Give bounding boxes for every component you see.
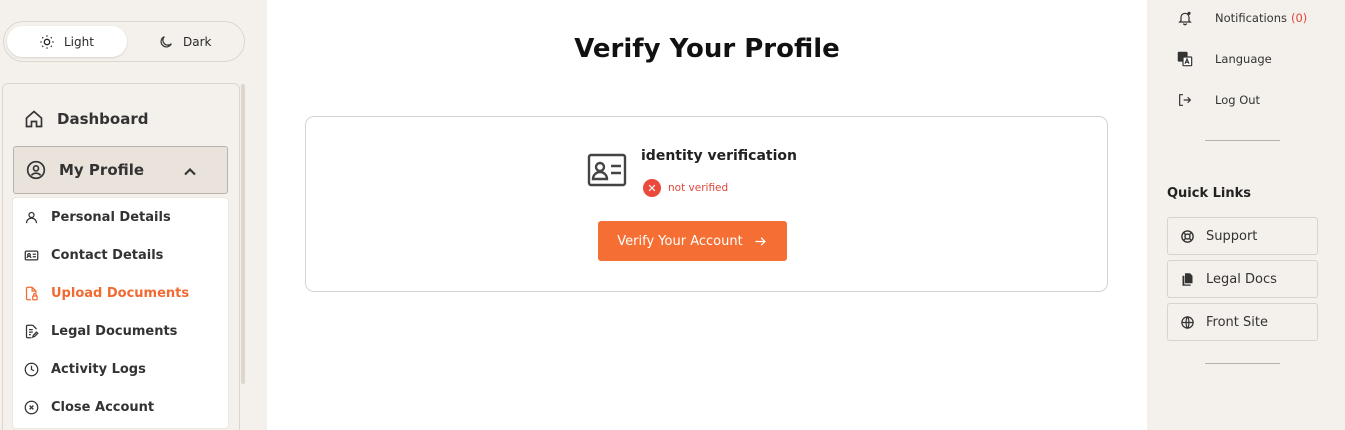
logout-link[interactable]: Log Out [1177, 92, 1260, 108]
notifications-label: Notifications [1215, 11, 1287, 25]
theme-toggle: Light Dark [3, 21, 245, 62]
language-label: Language [1215, 52, 1272, 66]
nav-dashboard[interactable]: Dashboard [24, 108, 148, 130]
nav-my-profile[interactable]: My Profile [13, 146, 228, 194]
quick-link-front-site-label: Front Site [1206, 314, 1268, 330]
quick-link-front-site[interactable]: Front Site [1167, 303, 1318, 341]
verify-account-label: Verify Your Account [617, 233, 743, 249]
nav-my-profile-label: My Profile [59, 161, 145, 179]
quick-links-title: Quick Links [1167, 186, 1252, 201]
nav-scrollbar[interactable] [241, 84, 245, 384]
logout-icon [1179, 94, 1192, 106]
verify-account-button[interactable]: Verify Your Account [598, 221, 787, 261]
nav-personal-details-label: Personal Details [51, 210, 171, 225]
nav-activity-logs-label: Activity Logs [51, 362, 146, 377]
nav-personal-details[interactable]: Personal Details [24, 210, 171, 225]
nav-legal-documents[interactable]: Legal Documents [24, 324, 177, 339]
theme-dark-option[interactable]: Dark [154, 26, 274, 57]
nav-dashboard-label: Dashboard [57, 110, 149, 128]
nav-upload-documents[interactable]: Upload Documents [24, 286, 189, 301]
theme-light-option[interactable]: Light [7, 26, 127, 57]
lifebuoy-icon [1181, 229, 1194, 243]
quick-link-support[interactable]: Support [1167, 217, 1318, 255]
arrow-right-icon [755, 236, 766, 246]
theme-light-label: Light [64, 34, 94, 49]
id-card-icon [587, 153, 627, 187]
document-pen-icon [25, 324, 39, 339]
right-divider-top [1205, 140, 1280, 141]
user-circle-icon [26, 160, 46, 180]
theme-dark-label: Dark [183, 34, 212, 49]
clock-icon [24, 362, 39, 377]
quick-link-legal-docs[interactable]: Legal Docs [1167, 260, 1318, 298]
left-sidebar: Light Dark Dashboard My Profile Personal… [0, 0, 267, 430]
user-icon [25, 211, 38, 224]
language-link[interactable]: Language [1177, 51, 1272, 67]
verification-status: ✕ not verified [643, 179, 728, 197]
nav-contact-details-label: Contact Details [51, 248, 164, 263]
globe-icon [1181, 315, 1194, 329]
notifications-link[interactable]: Notifications (0) [1177, 10, 1307, 26]
home-icon [25, 110, 43, 128]
moon-icon [160, 35, 172, 47]
logout-label: Log Out [1215, 93, 1261, 107]
nav-activity-logs[interactable]: Activity Logs [24, 362, 146, 377]
bell-icon [1178, 11, 1192, 26]
verification-card: identity verification ✕ not verified Ver… [305, 116, 1108, 292]
profile-submenu [13, 198, 228, 428]
error-x-icon: ✕ [643, 179, 661, 197]
contact-card-icon [24, 250, 39, 261]
verification-title: identity verification [641, 148, 797, 164]
nav-legal-documents-label: Legal Documents [51, 324, 178, 339]
page-title: Verify Your Profile [574, 34, 840, 64]
quick-link-legal-docs-label: Legal Docs [1206, 271, 1277, 287]
nav-upload-documents-label: Upload Documents [51, 286, 190, 301]
nav-close-account-label: Close Account [51, 400, 155, 415]
notifications-count: (0) [1290, 11, 1308, 25]
documents-icon [1182, 272, 1193, 286]
right-divider-bottom [1205, 363, 1280, 364]
nav-contact-details[interactable]: Contact Details [24, 248, 163, 263]
nav-close-account[interactable]: Close Account [24, 400, 154, 415]
right-sidebar: Notifications (0) Language Log Out Quick… [1147, 0, 1345, 430]
sun-icon [40, 34, 54, 49]
chevron-up-icon[interactable] [180, 162, 200, 182]
translate-icon [1177, 51, 1193, 67]
verification-status-text: not verified [668, 182, 729, 194]
close-circle-icon [24, 400, 39, 415]
quick-link-support-label: Support [1206, 228, 1258, 244]
file-lock-icon [25, 286, 38, 301]
